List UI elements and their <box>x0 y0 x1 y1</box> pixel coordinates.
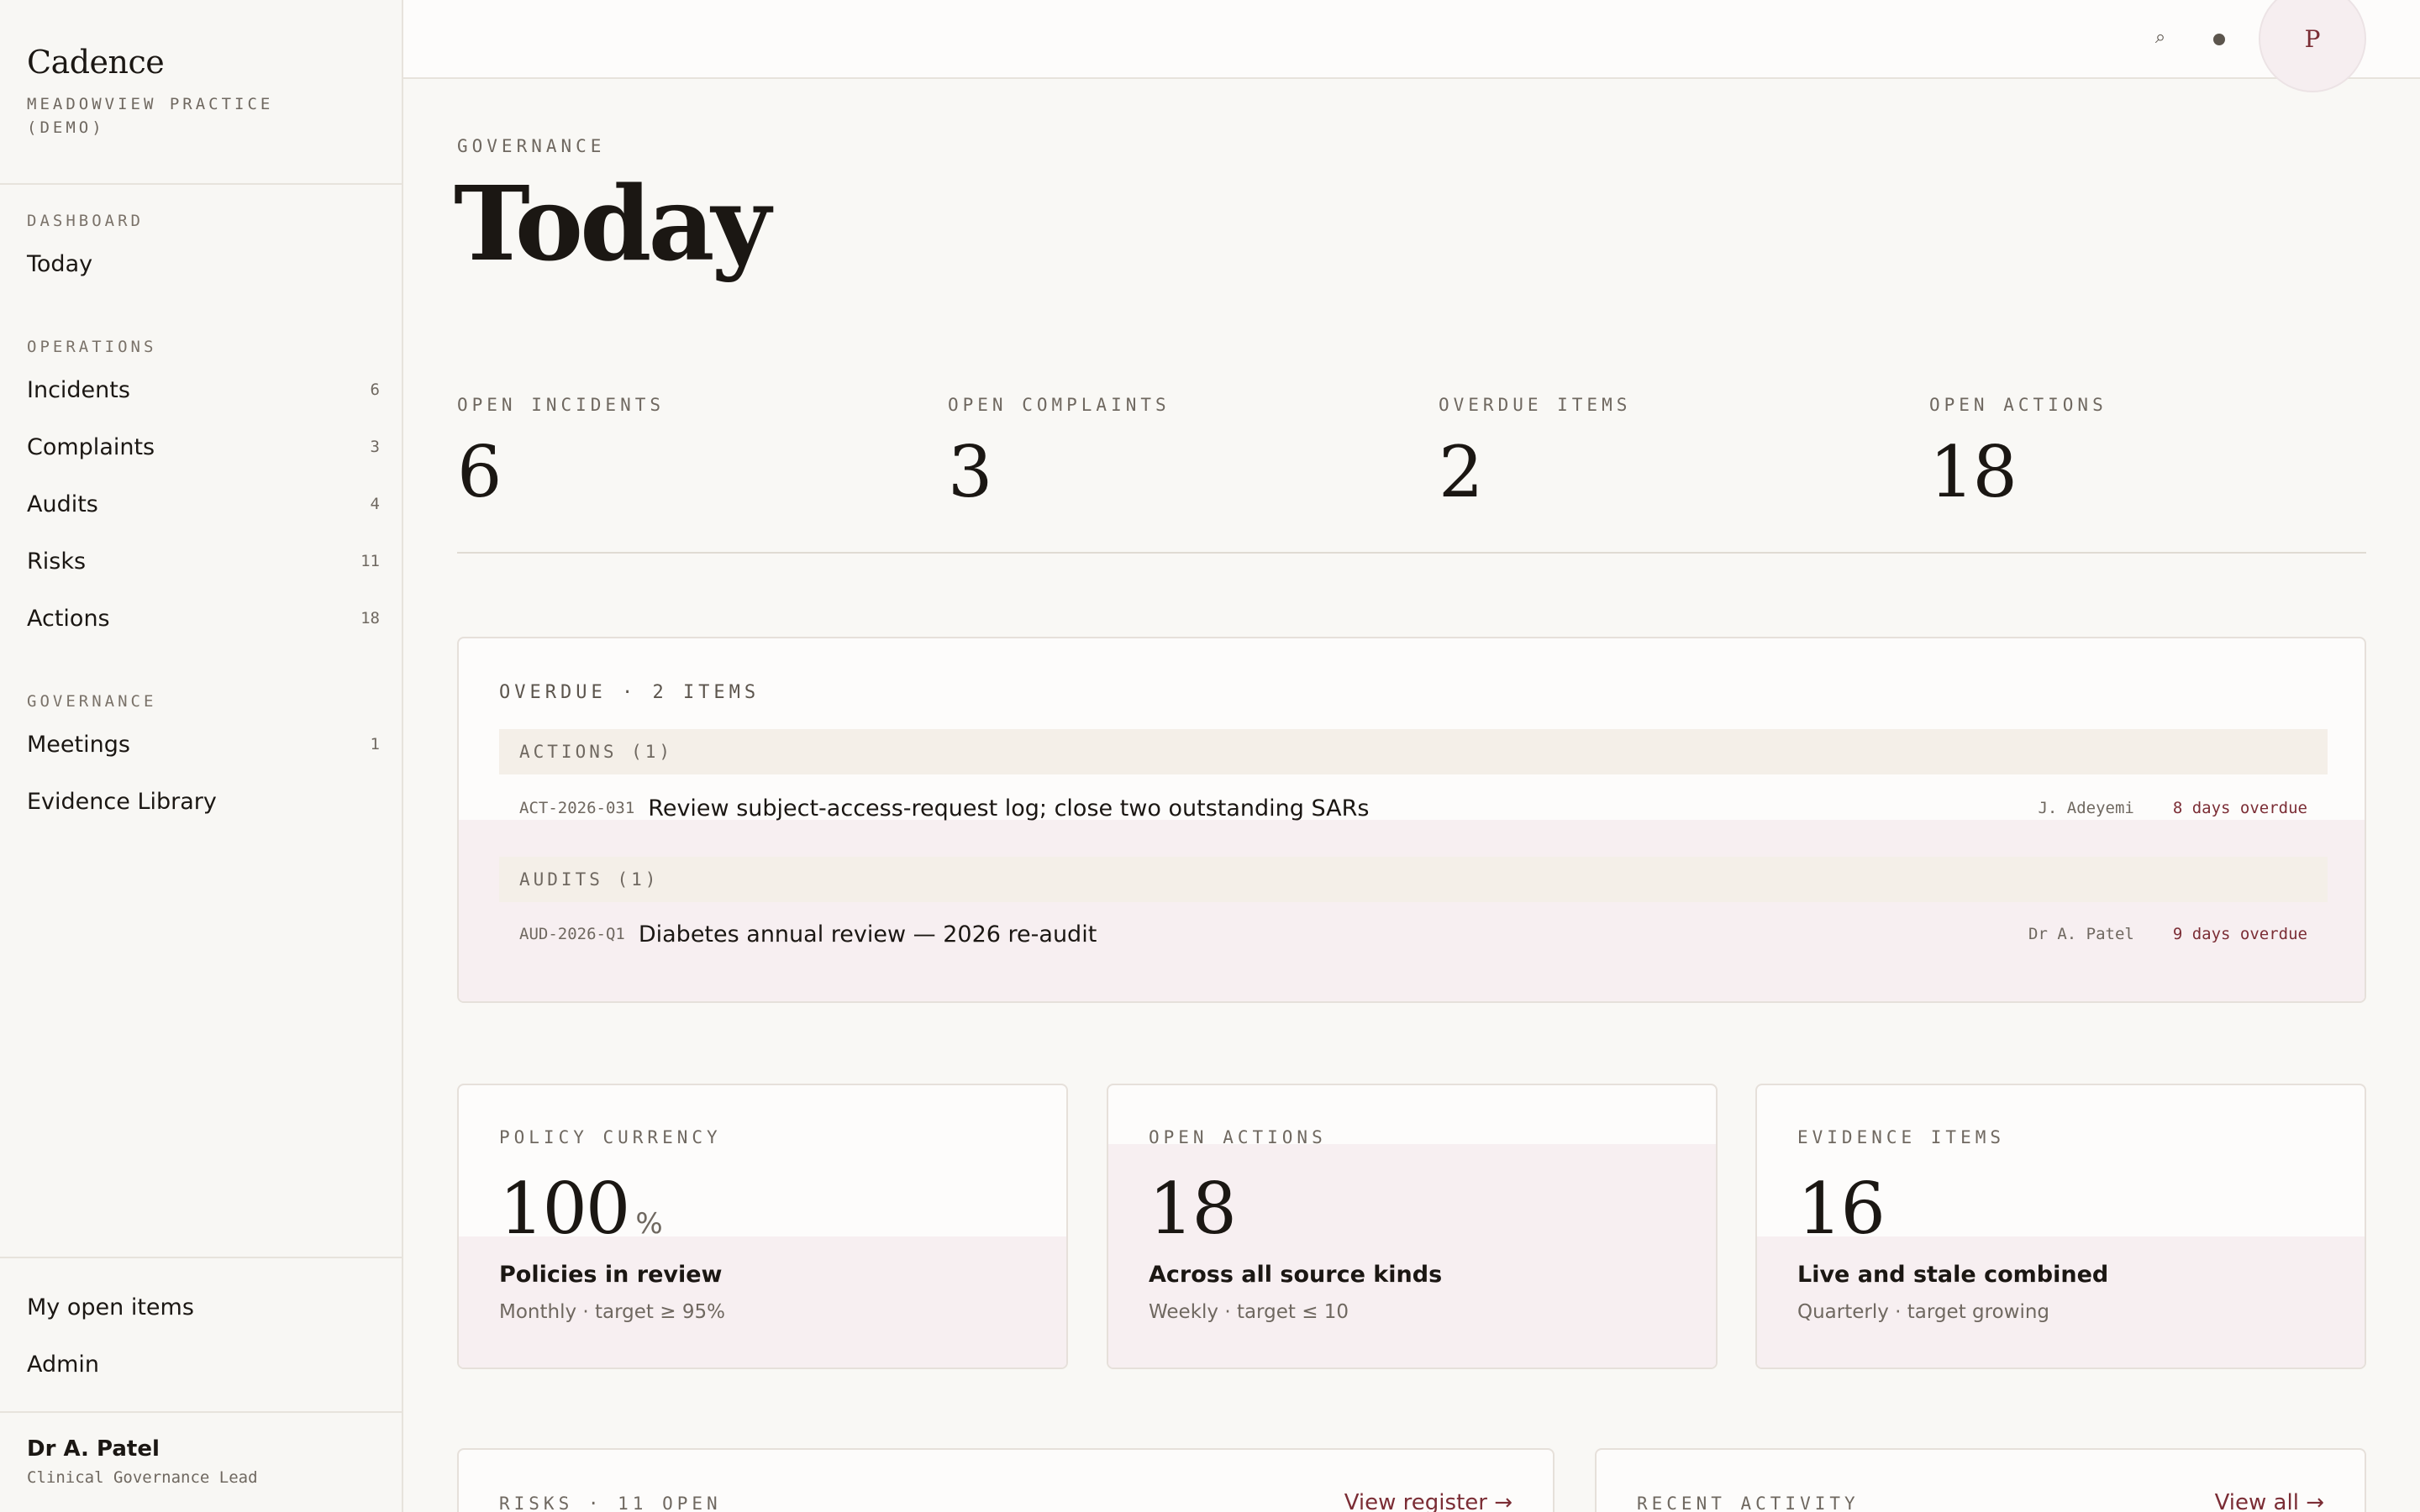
nav-heading-operations: Operations <box>27 338 157 356</box>
stat-value: 18 <box>1929 431 2018 513</box>
metric-label: Open Actions <box>1149 1127 1327 1147</box>
overdue-item-id: AUD-2026-Q1 <box>519 925 625 943</box>
nav-section-operations: Operations Incidents 6 Complaints 3 Audi… <box>27 338 380 647</box>
sidebar-item-complaints[interactable]: Complaints 3 <box>27 418 380 475</box>
sidebar-item-label: Actions <box>27 605 110 632</box>
metric-card-open-actions[interactable]: Open Actions 18 Across all source kinds … <box>1107 1084 1718 1369</box>
recent-activity-title: Recent activity <box>1637 1494 1860 1512</box>
sidebar-item-label: Meetings <box>27 731 130 758</box>
stat-overdue-items[interactable]: Overdue Items 2 <box>1439 395 1909 512</box>
metric-label: Policy Currency <box>499 1127 722 1147</box>
user-role: Clinical Governance Lead <box>27 1468 258 1487</box>
risks-card-title: Risks · 11 open <box>499 1494 722 1512</box>
metric-card-policy-currency[interactable]: Policy Currency 100 % Policies in review… <box>457 1084 1068 1369</box>
overdue-item-id: ACT-2026-031 <box>519 799 635 817</box>
sidebar-item-actions[interactable]: Actions 18 <box>27 590 380 647</box>
sidebar-item-label: My open items <box>27 1294 194 1320</box>
stat-label: Open Actions <box>1929 395 2107 415</box>
sidebar-item-label: Evidence Library <box>27 788 217 815</box>
overdue-item-title: Diabetes annual review — 2026 re-audit <box>638 921 1097 948</box>
overdue-row[interactable]: ACT-2026-031 Review subject-access-reque… <box>499 785 2328 832</box>
overdue-title: Overdue · 2 items <box>499 682 760 703</box>
nav-section-dashboard: Dashboard Today <box>27 212 380 292</box>
risks-card: Risks · 11 open View register → <box>457 1448 1555 1512</box>
nav-heading-governance: Governance <box>27 692 157 711</box>
metric-unit: % <box>635 1207 663 1241</box>
sidebar-item-count: 1 <box>370 735 380 753</box>
sidebar-item-count: 18 <box>360 609 380 627</box>
metric-card-evidence-items[interactable]: Evidence Items 16 Live and stale combine… <box>1755 1084 2366 1369</box>
sidebar: Cadence Meadowview Practice (demo) Dashb… <box>0 0 403 1512</box>
metric-caption: Live and stale combined <box>1797 1262 2109 1288</box>
view-register-link[interactable]: View register → <box>1344 1490 1512 1512</box>
sidebar-item-label: Complaints <box>27 433 155 460</box>
metric-subtext: Weekly · target ≤ 10 <box>1149 1301 1349 1323</box>
nav-section-governance: Governance Meetings 1 Evidence Library <box>27 692 380 830</box>
nav-heading-dashboard: Dashboard <box>27 212 144 230</box>
stat-label: Open Complaints <box>948 395 1171 415</box>
metric-subtext: Quarterly · target growing <box>1797 1301 2050 1323</box>
overdue-group-heading-audits: Audits (1) <box>499 857 2328 902</box>
overdue-panel: Overdue · 2 items Actions (1) ACT-2026-0… <box>457 637 2366 1003</box>
stat-open-incidents[interactable]: Open Incidents 6 <box>457 395 928 512</box>
sidebar-divider <box>0 183 402 185</box>
user-name: Dr A. Patel <box>27 1436 160 1462</box>
metric-value: 18 <box>1149 1168 1237 1250</box>
sidebar-item-count: 6 <box>370 381 380 399</box>
brand: Cadence Meadowview Practice (demo) <box>27 44 313 139</box>
sidebar-item-label: Risks <box>27 548 87 575</box>
overdue-item-title: Review subject-access-request log; close… <box>648 795 1370 822</box>
stat-value: 2 <box>1439 431 1483 513</box>
recent-activity-card: Recent activity View all → <box>1595 1448 2366 1512</box>
sidebar-item-admin[interactable]: Admin <box>27 1336 380 1393</box>
metric-value: 16 <box>1797 1168 1886 1250</box>
sidebar-item-evidence-library[interactable]: Evidence Library <box>27 773 380 830</box>
overdue-group-heading-actions: Actions (1) <box>499 729 2328 774</box>
view-all-link[interactable]: View all → <box>2215 1490 2324 1512</box>
stat-open-complaints[interactable]: Open Complaints 3 <box>948 395 1418 512</box>
stat-value: 3 <box>948 431 992 513</box>
sidebar-item-label: Audits <box>27 491 98 517</box>
sidebar-item-count: 3 <box>370 438 380 456</box>
stat-label: Overdue Items <box>1439 395 1632 415</box>
sidebar-item-incidents[interactable]: Incidents 6 <box>27 361 380 418</box>
overdue-item-owner: J. Adeyemi <box>2038 799 2134 817</box>
overdue-row[interactable]: AUD-2026-Q1 Diabetes annual review — 202… <box>499 911 2328 958</box>
sidebar-item-meetings[interactable]: Meetings 1 <box>27 716 380 773</box>
nav-section-footer: My open items Admin <box>27 1278 380 1393</box>
sidebar-divider <box>0 1411 402 1413</box>
overdue-item-status: 9 days overdue <box>2172 925 2307 943</box>
sidebar-item-label: Today <box>27 250 93 277</box>
metric-value: 100 <box>499 1168 630 1250</box>
sidebar-item-audits[interactable]: Audits 4 <box>27 475 380 533</box>
sidebar-item-today[interactable]: Today <box>27 235 380 292</box>
notification-dot-icon[interactable] <box>2213 34 2225 45</box>
stats-divider <box>457 552 2366 554</box>
sidebar-item-my-open-items[interactable]: My open items <box>27 1278 380 1336</box>
brand-name[interactable]: Cadence <box>27 44 313 81</box>
sidebar-item-count: 11 <box>360 552 380 570</box>
metric-caption: Policies in review <box>499 1262 723 1288</box>
stat-value: 6 <box>457 431 502 513</box>
sidebar-item-label: Admin <box>27 1351 100 1378</box>
stat-label: Open Incidents <box>457 395 666 415</box>
sidebar-item-count: 4 <box>370 495 380 513</box>
sidebar-item-label: Incidents <box>27 376 130 403</box>
top-bar <box>403 0 2420 79</box>
metric-label: Evidence Items <box>1797 1127 2006 1147</box>
overdue-item-owner: Dr A. Patel <box>2028 925 2134 943</box>
stat-open-actions[interactable]: Open Actions 18 <box>1929 395 2400 512</box>
practice-name: Meadowview Practice (demo) <box>27 95 274 137</box>
metric-caption: Across all source kinds <box>1149 1262 1443 1288</box>
page-eyebrow: Governance <box>457 136 606 156</box>
sidebar-divider <box>0 1257 402 1258</box>
metric-subtext: Monthly · target ≥ 95% <box>499 1301 725 1323</box>
overdue-item-status: 8 days overdue <box>2172 799 2307 817</box>
current-user[interactable]: Dr A. Patel Clinical Governance Lead <box>27 1436 258 1487</box>
search-icon[interactable]: ⌕ <box>2149 27 2172 50</box>
page-title: Today <box>454 163 771 284</box>
sidebar-item-risks[interactable]: Risks 11 <box>27 533 380 590</box>
